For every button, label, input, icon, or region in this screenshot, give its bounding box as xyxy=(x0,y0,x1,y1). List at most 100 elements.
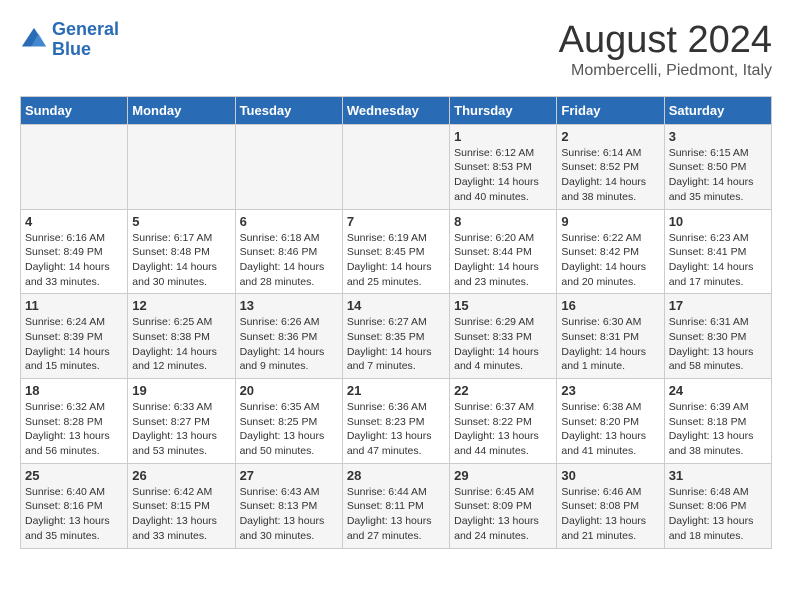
calendar-cell: 11 Sunrise: 6:24 AM Sunset: 8:39 PM Dayli… xyxy=(21,294,128,379)
location: Mombercelli, Piedmont, Italy xyxy=(559,62,772,80)
calendar-cell: 9Sunrise: 6:22 AM Sunset: 8:42 PM Daylig… xyxy=(557,209,664,294)
day-info: Sunrise: 6:33 AM Sunset: 8:27 PM Dayligh… xyxy=(132,400,230,459)
day-number: 25 xyxy=(25,468,123,483)
day-number: 21 xyxy=(347,383,445,398)
day-number: 3 xyxy=(669,129,767,144)
day-info: Sunrise: 6:23 AM Sunset: 8:41 PM Dayligh… xyxy=(669,231,767,290)
day-header-tuesday: Tuesday xyxy=(235,96,342,124)
day-number: 12 xyxy=(132,298,230,313)
calendar-week-row: 1 Sunrise: 6:12 AM Sunset: 8:53 PM Daylig… xyxy=(21,124,772,209)
calendar-cell: 18 Sunrise: 6:32 AM Sunset: 8:28 PM Dayli… xyxy=(21,379,128,464)
day-header-wednesday: Wednesday xyxy=(342,96,449,124)
logo-text: General Blue xyxy=(52,20,119,60)
calendar-cell: 29Sunrise: 6:45 AM Sunset: 8:09 PM Dayli… xyxy=(450,463,557,548)
calendar-cell: 7 Sunrise: 6:19 AM Sunset: 8:45 PM Daylig… xyxy=(342,209,449,294)
day-number: 18 xyxy=(25,383,123,398)
calendar-cell: 4 Sunrise: 6:16 AM Sunset: 8:49 PM Daylig… xyxy=(21,209,128,294)
calendar-cell: 15 Sunrise: 6:29 AM Sunset: 8:33 PM Dayli… xyxy=(450,294,557,379)
calendar-cell: 20Sunrise: 6:35 AM Sunset: 8:25 PM Dayli… xyxy=(235,379,342,464)
day-number: 31 xyxy=(669,468,767,483)
calendar-cell: 3 Sunrise: 6:15 AM Sunset: 8:50 PM Daylig… xyxy=(664,124,771,209)
calendar-cell: 17 Sunrise: 6:31 AM Sunset: 8:30 PM Dayli… xyxy=(664,294,771,379)
day-info: Sunrise: 6:26 AM Sunset: 8:36 PM Dayligh… xyxy=(240,315,338,374)
day-info: Sunrise: 6:31 AM Sunset: 8:30 PM Dayligh… xyxy=(669,315,767,374)
calendar-cell: 30 Sunrise: 6:46 AM Sunset: 8:08 PM Dayli… xyxy=(557,463,664,548)
day-number: 17 xyxy=(669,298,767,313)
day-number: 11 xyxy=(25,298,123,313)
calendar-cell: 24 Sunrise: 6:39 AM Sunset: 8:18 PM Dayli… xyxy=(664,379,771,464)
day-info: Sunrise: 6:43 AM Sunset: 8:13 PM Dayligh… xyxy=(240,485,338,544)
calendar-cell: 23 Sunrise: 6:38 AM Sunset: 8:20 PM Dayli… xyxy=(557,379,664,464)
calendar-cell: 16Sunrise: 6:30 AM Sunset: 8:31 PM Dayli… xyxy=(557,294,664,379)
day-info: Sunrise: 6:46 AM Sunset: 8:08 PM Dayligh… xyxy=(561,485,659,544)
calendar-cell: 27 Sunrise: 6:43 AM Sunset: 8:13 PM Dayli… xyxy=(235,463,342,548)
calendar-cell xyxy=(128,124,235,209)
day-info: Sunrise: 6:18 AM Sunset: 8:46 PM Dayligh… xyxy=(240,231,338,290)
day-info: Sunrise: 6:14 AM Sunset: 8:52 PM Dayligh… xyxy=(561,146,659,205)
calendar-cell: 19 Sunrise: 6:33 AM Sunset: 8:27 PM Dayli… xyxy=(128,379,235,464)
day-number: 23 xyxy=(561,383,659,398)
logo-line1: General xyxy=(52,19,119,39)
page-header: General Blue August 2024 Mombercelli, Pi… xyxy=(20,20,772,80)
calendar-cell: 14 Sunrise: 6:27 AM Sunset: 8:35 PM Dayli… xyxy=(342,294,449,379)
day-info: Sunrise: 6:16 AM Sunset: 8:49 PM Dayligh… xyxy=(25,231,123,290)
day-info: Sunrise: 6:32 AM Sunset: 8:28 PM Dayligh… xyxy=(25,400,123,459)
day-info: Sunrise: 6:12 AM Sunset: 8:53 PM Dayligh… xyxy=(454,146,552,205)
day-number: 27 xyxy=(240,468,338,483)
day-number: 4 xyxy=(25,214,123,229)
day-number: 20 xyxy=(240,383,338,398)
calendar-cell: 1 Sunrise: 6:12 AM Sunset: 8:53 PM Daylig… xyxy=(450,124,557,209)
day-number: 24 xyxy=(669,383,767,398)
day-number: 19 xyxy=(132,383,230,398)
calendar-cell: 22 Sunrise: 6:37 AM Sunset: 8:22 PM Dayli… xyxy=(450,379,557,464)
calendar-cell: 25Sunrise: 6:40 AM Sunset: 8:16 PM Dayli… xyxy=(21,463,128,548)
calendar-week-row: 11 Sunrise: 6:24 AM Sunset: 8:39 PM Dayli… xyxy=(21,294,772,379)
logo-line2: Blue xyxy=(52,39,91,59)
calendar-week-row: 25Sunrise: 6:40 AM Sunset: 8:16 PM Dayli… xyxy=(21,463,772,548)
calendar-week-row: 18 Sunrise: 6:32 AM Sunset: 8:28 PM Dayli… xyxy=(21,379,772,464)
calendar-header-row: SundayMondayTuesdayWednesdayThursdayFrid… xyxy=(21,96,772,124)
calendar-cell: 21Sunrise: 6:36 AM Sunset: 8:23 PM Dayli… xyxy=(342,379,449,464)
day-number: 22 xyxy=(454,383,552,398)
day-number: 10 xyxy=(669,214,767,229)
day-number: 8 xyxy=(454,214,552,229)
calendar-cell: 6 Sunrise: 6:18 AM Sunset: 8:46 PM Daylig… xyxy=(235,209,342,294)
day-info: Sunrise: 6:15 AM Sunset: 8:50 PM Dayligh… xyxy=(669,146,767,205)
calendar-cell: 26Sunrise: 6:42 AM Sunset: 8:15 PM Dayli… xyxy=(128,463,235,548)
day-info: Sunrise: 6:29 AM Sunset: 8:33 PM Dayligh… xyxy=(454,315,552,374)
day-info: Sunrise: 6:17 AM Sunset: 8:48 PM Dayligh… xyxy=(132,231,230,290)
calendar-cell xyxy=(342,124,449,209)
day-number: 9 xyxy=(561,214,659,229)
day-info: Sunrise: 6:27 AM Sunset: 8:35 PM Dayligh… xyxy=(347,315,445,374)
day-number: 1 xyxy=(454,129,552,144)
day-number: 7 xyxy=(347,214,445,229)
title-block: August 2024 Mombercelli, Piedmont, Italy xyxy=(559,20,772,80)
day-info: Sunrise: 6:30 AM Sunset: 8:31 PM Dayligh… xyxy=(561,315,659,374)
month-title: August 2024 xyxy=(559,20,772,62)
calendar-cell: 10 Sunrise: 6:23 AM Sunset: 8:41 PM Dayli… xyxy=(664,209,771,294)
day-info: Sunrise: 6:38 AM Sunset: 8:20 PM Dayligh… xyxy=(561,400,659,459)
calendar-cell: 5Sunrise: 6:17 AM Sunset: 8:48 PM Daylig… xyxy=(128,209,235,294)
calendar-cell xyxy=(21,124,128,209)
day-number: 15 xyxy=(454,298,552,313)
day-number: 30 xyxy=(561,468,659,483)
day-info: Sunrise: 6:19 AM Sunset: 8:45 PM Dayligh… xyxy=(347,231,445,290)
day-info: Sunrise: 6:37 AM Sunset: 8:22 PM Dayligh… xyxy=(454,400,552,459)
logo-icon xyxy=(20,26,48,54)
day-info: Sunrise: 6:20 AM Sunset: 8:44 PM Dayligh… xyxy=(454,231,552,290)
day-info: Sunrise: 6:24 AM Sunset: 8:39 PM Dayligh… xyxy=(25,315,123,374)
day-header-friday: Friday xyxy=(557,96,664,124)
day-info: Sunrise: 6:39 AM Sunset: 8:18 PM Dayligh… xyxy=(669,400,767,459)
day-info: Sunrise: 6:44 AM Sunset: 8:11 PM Dayligh… xyxy=(347,485,445,544)
day-number: 14 xyxy=(347,298,445,313)
day-number: 6 xyxy=(240,214,338,229)
calendar-cell: 12 Sunrise: 6:25 AM Sunset: 8:38 PM Dayli… xyxy=(128,294,235,379)
calendar-cell: 28 Sunrise: 6:44 AM Sunset: 8:11 PM Dayli… xyxy=(342,463,449,548)
day-header-sunday: Sunday xyxy=(21,96,128,124)
calendar-cell: 31Sunrise: 6:48 AM Sunset: 8:06 PM Dayli… xyxy=(664,463,771,548)
day-number: 26 xyxy=(132,468,230,483)
day-info: Sunrise: 6:25 AM Sunset: 8:38 PM Dayligh… xyxy=(132,315,230,374)
day-number: 2 xyxy=(561,129,659,144)
day-number: 13 xyxy=(240,298,338,313)
day-number: 28 xyxy=(347,468,445,483)
